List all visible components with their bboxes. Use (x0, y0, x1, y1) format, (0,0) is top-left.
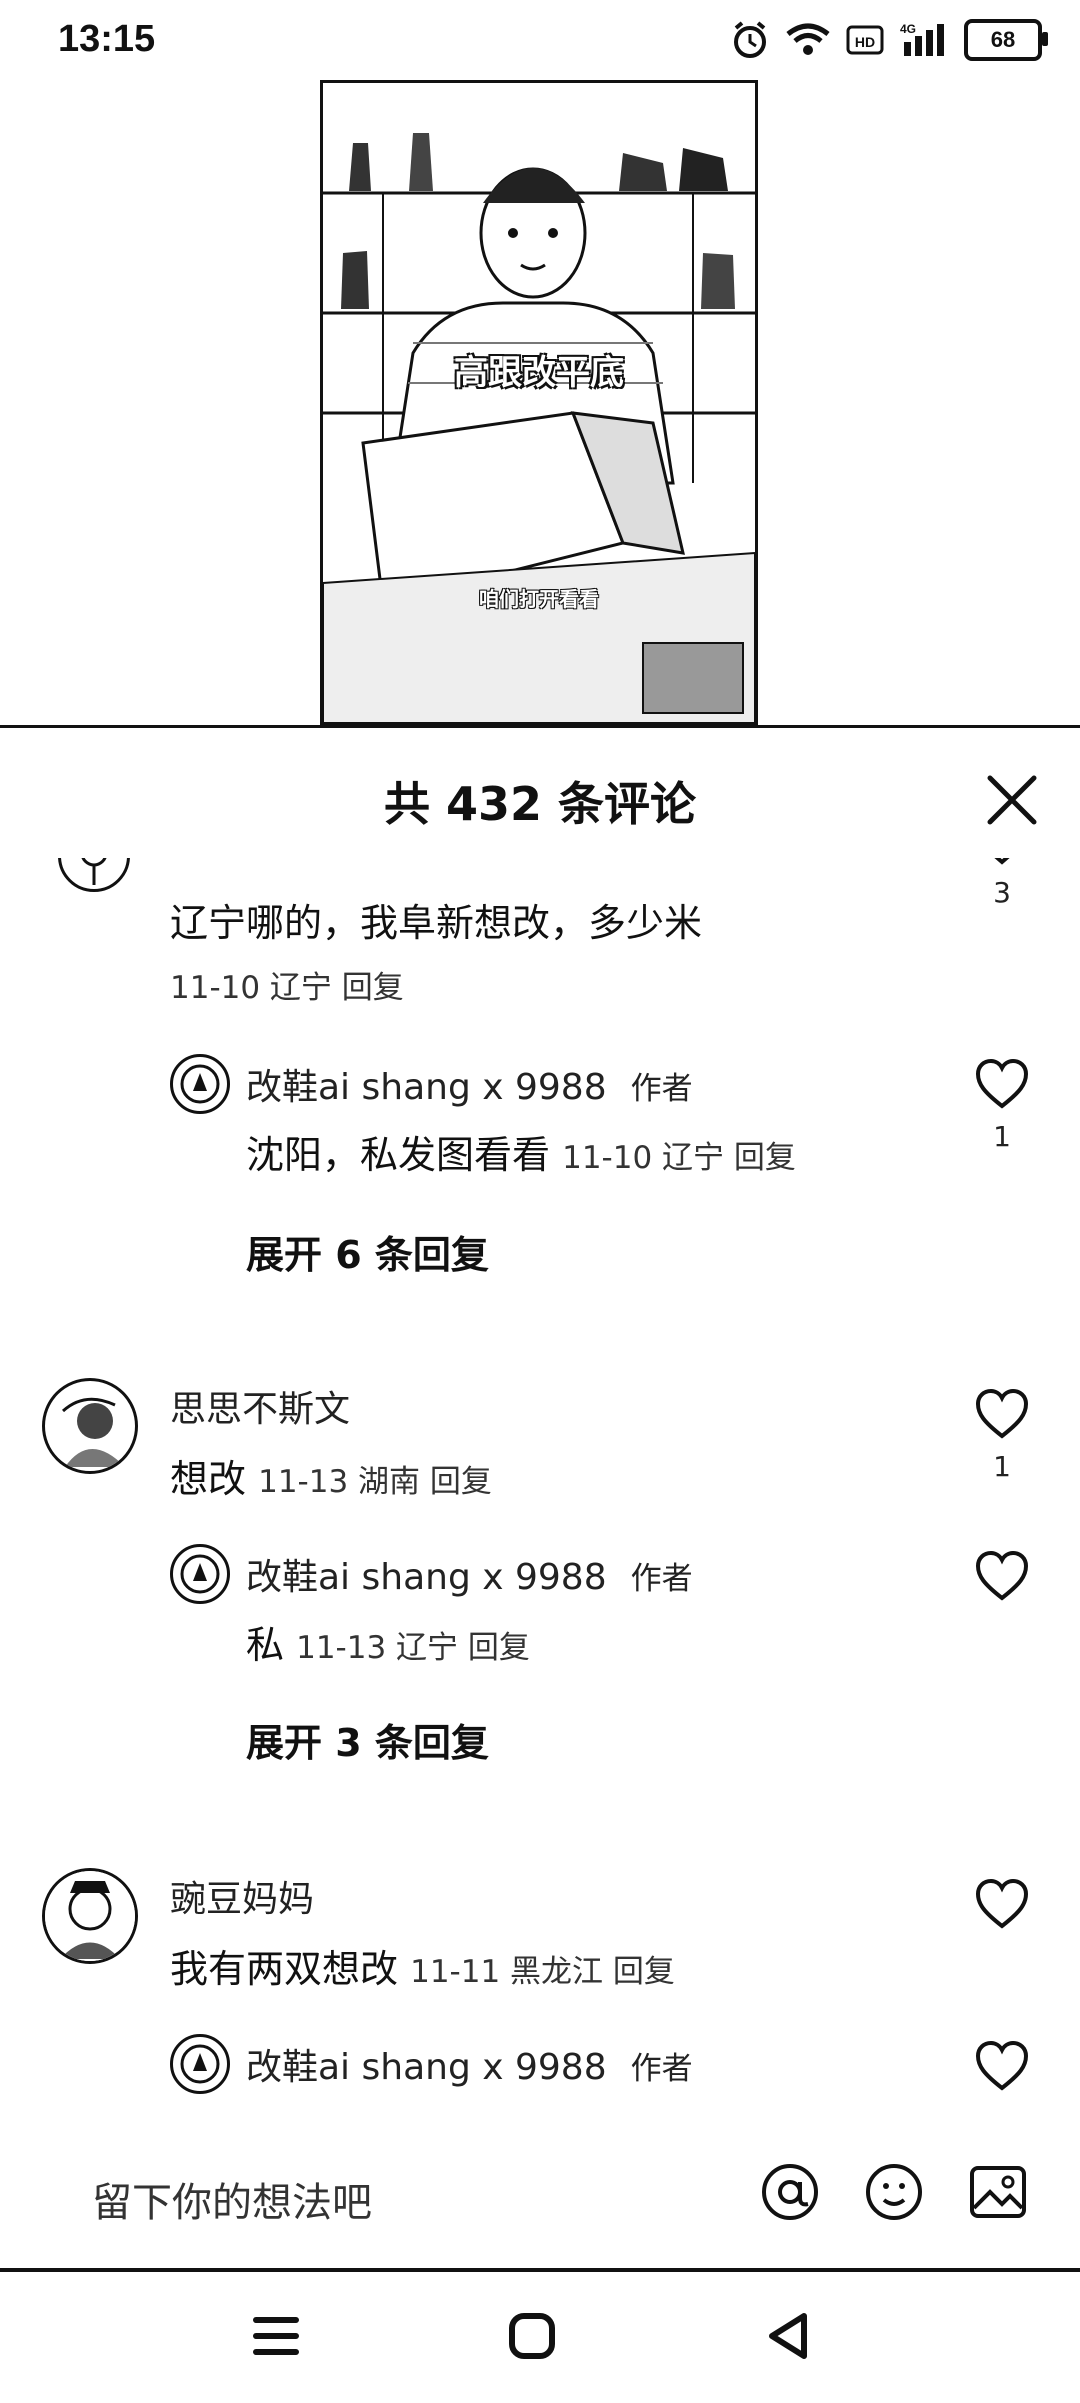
comments-count-title: 共 432 条评论 (383, 777, 697, 831)
heart-icon (974, 2040, 1030, 2096)
heart-icon (974, 1388, 1030, 1444)
svg-text:4G: 4G (900, 22, 916, 36)
like-button[interactable]: 3 (974, 858, 1030, 909)
reply-author-name: 改鞋ai shang x 9988 作者 (246, 2038, 693, 2090)
chevron-down-icon (982, 858, 1022, 870)
reply-meta[interactable]: 11-13 辽宁 回复 (296, 1630, 530, 1666)
reply-like-button[interactable] (974, 2040, 1030, 2096)
home-icon[interactable] (502, 2306, 562, 2366)
close-icon[interactable] (982, 770, 1042, 830)
comment-text: 辽宁哪的，我阜新想改，多少米 (170, 901, 703, 945)
comment-body: 我有两双想改 (170, 1947, 399, 1991)
video-preview[interactable]: 高跟改平底 咱们打开看看 (0, 80, 1080, 725)
comment-input-bar[interactable]: 留下你的想法吧 (0, 2130, 1080, 2270)
author-name: 改鞋ai shang x 9988 (246, 2047, 607, 2088)
back-icon[interactable] (758, 2306, 818, 2366)
hd-icon: HD (846, 18, 884, 62)
comment-text: 想改 11-13 湖南 回复 (170, 1448, 492, 1503)
reply-meta[interactable]: 11-10 辽宁 回复 (562, 1140, 796, 1176)
comment-meta[interactable]: 11-13 湖南 回复 (258, 1464, 492, 1500)
commenter-name[interactable]: 思思不斯文 (170, 1380, 350, 1432)
wifi-icon (784, 18, 832, 62)
reply-like-button[interactable] (974, 1550, 1030, 1606)
commenter-name[interactable]: 豌豆妈妈 (170, 1870, 314, 1922)
reply-like-button[interactable]: 1 (974, 1058, 1030, 1153)
reply-body: 沈阳，私发图看看 (246, 1133, 551, 1177)
emoji-icon[interactable] (862, 2160, 926, 2224)
video-caption-main: 高跟改平底 (454, 353, 624, 393)
avatar[interactable] (58, 858, 130, 892)
comment-item: 豌豆妈妈 我有两双想改 11-11 黑龙江 回复 改鞋ai shang x 99… (0, 1868, 1080, 2128)
author-name: 改鞋ai shang x 9988 (246, 1557, 607, 1598)
author-badge: 作者 (630, 1071, 693, 1107)
expand-replies-button[interactable]: 展开 6 条回复 (246, 1224, 489, 1279)
reply-text: 沈阳，私发图看看 11-10 辽宁 回复 (246, 1124, 796, 1179)
svg-text:HD: HD (855, 34, 875, 50)
sheet-header: 共 432 条评论 (0, 728, 1080, 858)
system-nav-bar (0, 2272, 1080, 2400)
status-bar: 13:15 HD 4G 68 (0, 0, 1080, 80)
like-count: 3 (993, 876, 1011, 909)
mention-icon[interactable] (758, 2160, 822, 2224)
reply-body: 私 (246, 1623, 285, 1667)
author-name: 改鞋ai shang x 9988 (246, 1067, 607, 1108)
comment-meta[interactable]: 11-10 辽宁 回复 (170, 962, 404, 1007)
comment-body: 想改 (170, 1457, 247, 1501)
avatar[interactable] (42, 1378, 138, 1474)
image-icon[interactable] (966, 2160, 1030, 2224)
comment-meta[interactable]: 11-11 黑龙江 回复 (410, 1954, 675, 1990)
signal-icon: 4G (898, 18, 950, 62)
reply-text: 私 11-13 辽宁 回复 (246, 1614, 530, 1669)
like-count: 1 (993, 1120, 1011, 1153)
like-button[interactable] (974, 1878, 1030, 1934)
heart-icon (974, 1550, 1030, 1606)
video-thumbnail (323, 83, 755, 722)
comment-list[interactable]: 3 辽宁哪的，我阜新想改，多少米 11-10 辽宁 回复 改鞋ai shang … (0, 858, 1080, 2128)
input-actions (758, 2160, 1030, 2224)
video-frame[interactable]: 高跟改平底 咱们打开看看 (320, 80, 758, 725)
author-badge: 作者 (630, 1561, 693, 1597)
comment-item: 思思不斯文 1 想改 11-13 湖南 回复 改鞋ai shang x 9988… (0, 1378, 1080, 1778)
comment-input[interactable]: 留下你的想法吧 (92, 2170, 372, 2228)
author-avatar[interactable] (170, 1054, 230, 1114)
alarm-icon (730, 18, 770, 62)
author-badge: 作者 (630, 2051, 693, 2087)
reply-author-name: 改鞋ai shang x 9988 作者 (246, 1058, 693, 1110)
comment-item: 3 辽宁哪的，我阜新想改，多少米 11-10 辽宁 回复 改鞋ai shang … (0, 858, 1080, 1188)
like-button[interactable]: 1 (974, 1388, 1030, 1483)
heart-icon (974, 1878, 1030, 1934)
comment-text: 我有两双想改 11-11 黑龙江 回复 (170, 1938, 675, 1993)
menu-icon[interactable] (246, 2306, 306, 2366)
author-avatar[interactable] (170, 1544, 230, 1604)
status-time: 13:15 (58, 18, 156, 60)
video-caption-sub: 咱们打开看看 (479, 587, 599, 611)
battery-icon: 68 (964, 19, 1048, 61)
heart-icon (974, 1058, 1030, 1114)
expand-replies-button[interactable]: 展开 3 条回复 (246, 1712, 489, 1767)
avatar[interactable] (42, 1868, 138, 1964)
like-count: 1 (993, 1450, 1011, 1483)
status-icons: HD 4G 68 (730, 18, 1048, 62)
reply-author-name: 改鞋ai shang x 9988 作者 (246, 1548, 693, 1600)
author-avatar[interactable] (170, 2034, 230, 2094)
